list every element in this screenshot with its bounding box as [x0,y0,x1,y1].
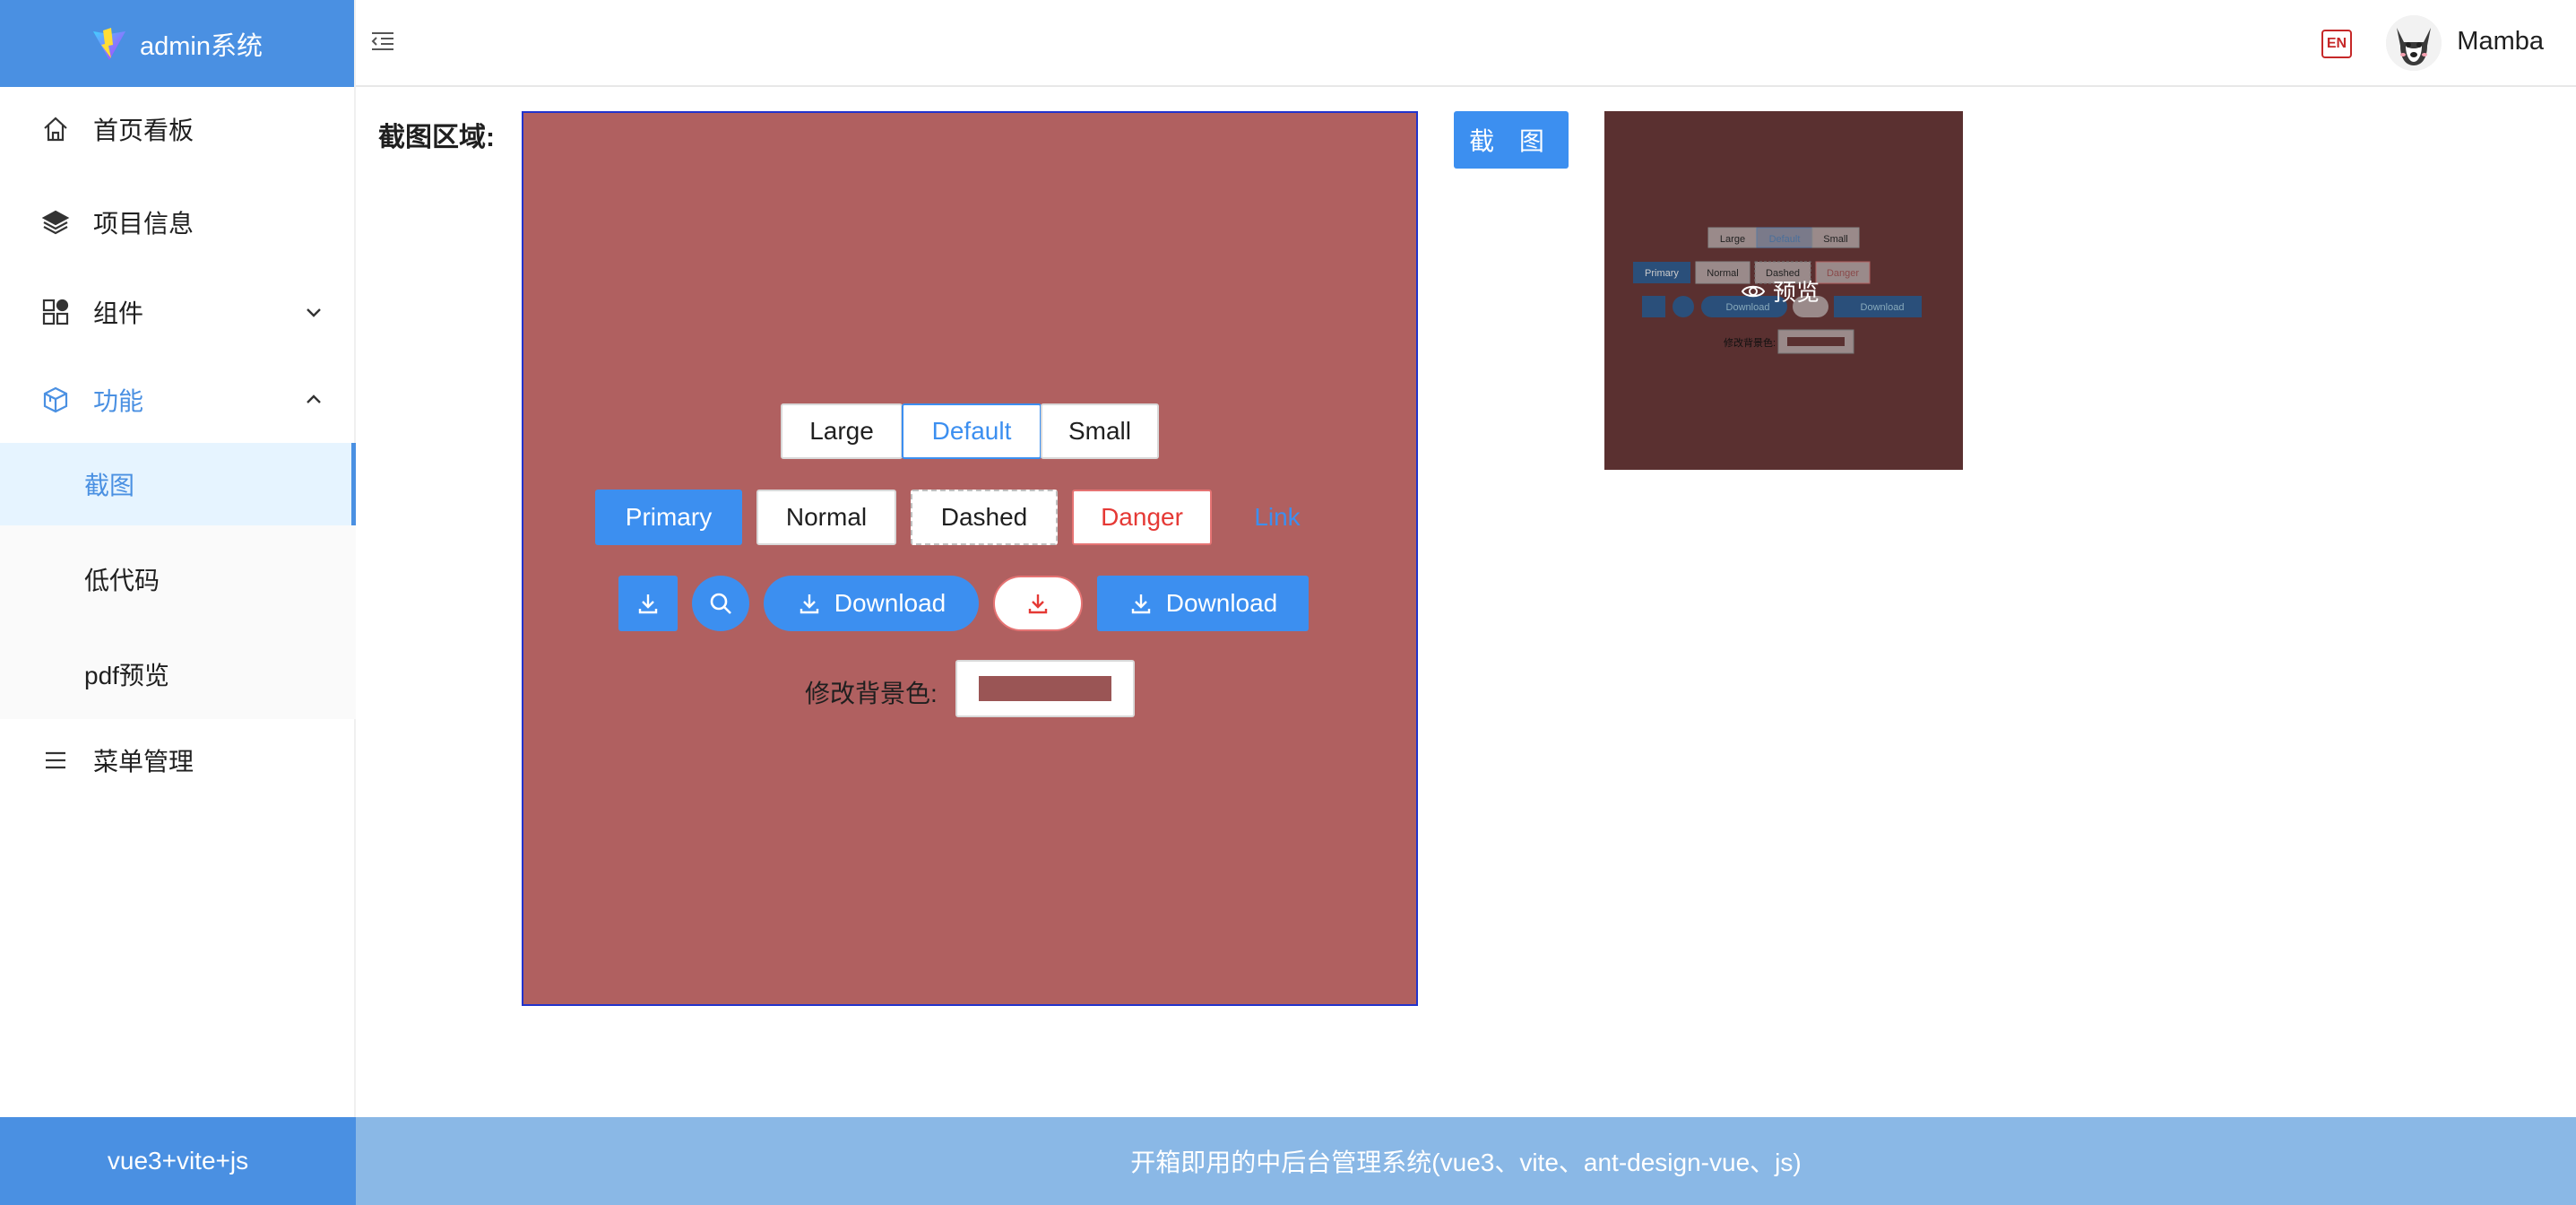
danger-button[interactable]: Danger [1072,490,1212,545]
sidebar-item-components[interactable]: 组件 [0,269,356,355]
footer-left: vue3+vite+js [0,1117,356,1205]
button-label: Dashed [940,503,1028,531]
mini-label-danger: Danger [1827,268,1859,279]
menu-icon [46,751,65,769]
sidebar-item-label: 项目信息 [93,210,194,238]
chevron-up-icon [307,394,321,403]
sidebar-item-menu-management[interactable]: 菜单管理 [0,717,356,803]
button-label: Download [834,589,947,617]
app-title: admin系统 [140,31,263,61]
sidebar: admin系统 首页看板 项目信息 组件 功能 截图 低代码 pdf预览 菜单管… [0,0,356,1117]
normal-button[interactable]: Normal [756,490,896,545]
footer-left-text: vue3+vite+js [107,1147,249,1175]
eye-icon [1741,285,1766,297]
download-round-button[interactable]: Download [764,576,979,631]
download-danger-button[interactable] [993,576,1083,631]
link-button[interactable]: Link [1228,490,1327,545]
language-badge: EN [2326,36,2347,51]
download-primary-button[interactable]: Download [1097,576,1309,631]
footer-right-text: 开箱即用的中后台管理系统(vue3、vite、ant-design-vue、js… [1130,1149,1802,1176]
layers-icon [41,210,70,235]
primary-button[interactable]: Primary [595,490,742,545]
mini-label-primary: Primary [1645,268,1679,279]
language-switch-icon[interactable]: EN [2321,30,2352,58]
size-default-button[interactable]: Default [902,403,1042,459]
screenshot-preview[interactable]: Large Default Small Primary Normal Dashe… [1604,111,1963,470]
button-label: Normal [785,503,868,531]
button-label: Download [1165,589,1278,617]
button-label: Link [1254,503,1301,531]
mini-label-normal: Normal [1707,268,1738,279]
cube-icon [43,386,68,413]
username[interactable]: Mamba [2457,27,2544,56]
button-label: Primary [625,503,713,531]
chevron-down-icon [307,308,321,317]
husky-avatar-icon [2386,15,2442,71]
mini-label-bg-color: 修改背景色: [1724,336,1776,349]
sidebar-item-features[interactable]: 功能 [0,357,356,443]
preview-overlay[interactable]: 预览 [1741,274,1820,308]
dashed-button[interactable]: Dashed [911,490,1058,545]
download-icon-button[interactable] [618,576,678,631]
bg-color-label: 修改背景色: [805,680,938,707]
size-large-button[interactable]: Large [781,403,903,459]
sidebar-item-dashboard[interactable]: 首页看板 [0,86,356,172]
mini-label-default: Default [1769,234,1801,245]
search-icon [710,593,731,614]
preview-label: 预览 [1773,279,1820,306]
sidebar-item-label: 截图 [84,472,135,499]
home-icon [44,117,67,142]
menu-fold-icon[interactable] [368,27,397,56]
sidebar-item-label: 组件 [93,299,144,327]
sidebar-item-projects[interactable]: 项目信息 [0,179,356,265]
size-small-button[interactable]: Small [1041,403,1159,459]
download-icon [638,594,658,614]
download-icon [1028,594,1048,614]
screenshot-button[interactable]: 截 图 [1454,111,1569,169]
button-label: 截 图 [1469,127,1553,155]
footer-right: 开箱即用的中后台管理系统(vue3、vite、ant-design-vue、js… [356,1117,2576,1205]
avatar[interactable] [2386,15,2442,71]
sidebar-item-label: pdf预览 [84,662,169,689]
sidebar-submenu: 截图 低代码 pdf预览 [0,443,356,719]
sidebar-item-label: 首页看板 [93,117,194,144]
button-label: Default [931,417,1012,445]
capture-area: Large Default Small Primary Normal Dashe… [522,111,1418,1006]
capture-area-label: 截图区域: [378,123,495,152]
button-label: Large [809,417,874,445]
sidebar-item-label: 功能 [93,387,144,415]
download-icon [800,594,818,614]
color-swatch [979,676,1111,701]
sidebar-item-label: 菜单管理 [93,748,194,776]
apps-icon [42,299,69,325]
sidebar-item-label: 低代码 [84,567,160,594]
app-logo[interactable]: admin系统 [0,0,354,87]
sidebar-item-pdf-preview[interactable]: pdf预览 [0,633,356,715]
bg-color-picker[interactable] [955,660,1135,717]
mini-label-large: Large [1720,234,1745,245]
vite-logo-icon [93,27,125,60]
search-icon-button[interactable] [692,576,749,631]
download-icon [1131,594,1150,614]
top-header: EN Mamba [356,0,2576,87]
mini-label-download: Download [1861,302,1905,313]
button-label: Danger [1101,503,1183,531]
button-label: Small [1068,417,1131,445]
sidebar-item-lowcode[interactable]: 低代码 [0,538,356,620]
sidebar-item-screenshot[interactable]: 截图 [0,443,356,525]
mini-label-small: Small [1823,234,1848,245]
